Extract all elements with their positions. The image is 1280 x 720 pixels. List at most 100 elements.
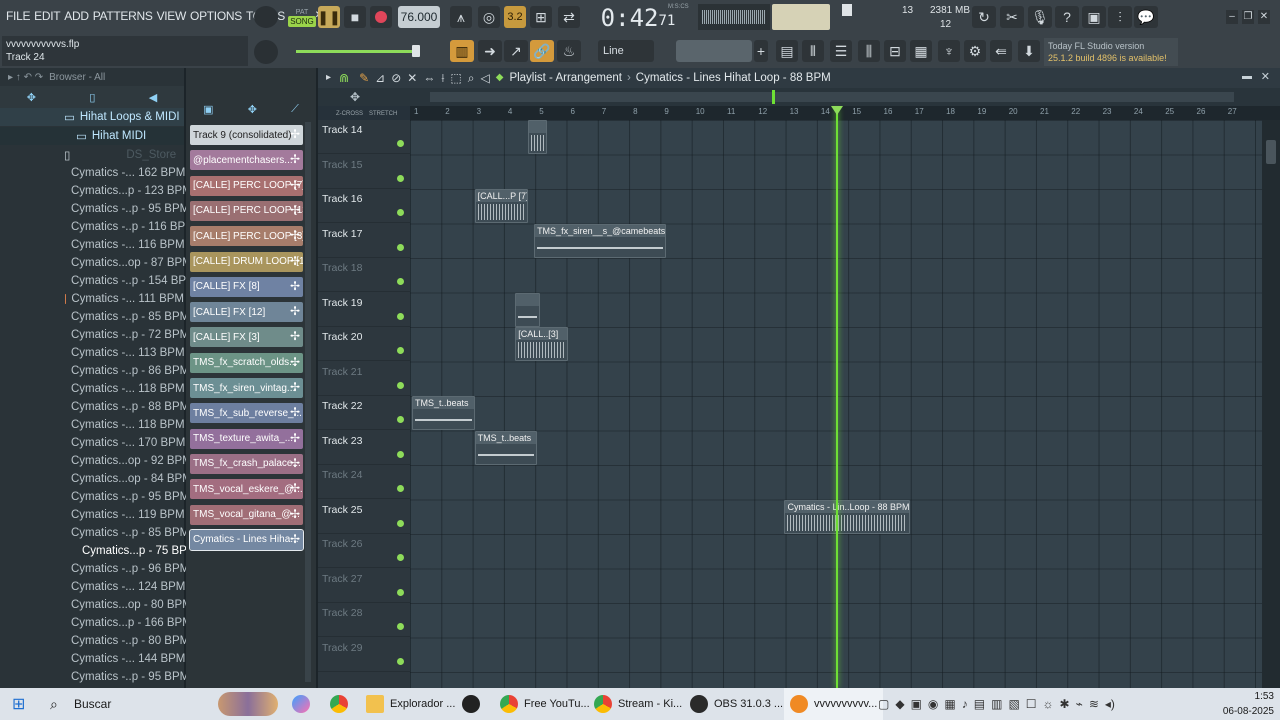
delete-icon[interactable]: ⊘ [391, 71, 401, 85]
taskbar-time[interactable]: 1:53 [1220, 688, 1274, 704]
clip-drag-icon[interactable]: ✢ [290, 380, 300, 394]
copilot-icon[interactable] [292, 688, 316, 720]
browser-arrows-icon[interactable]: ▸ ↑ ↶ ↷ [8, 72, 43, 83]
metronome-button[interactable]: ⩚ [450, 6, 472, 28]
tray-icon[interactable]: ☐ [1026, 697, 1037, 711]
slide-tool-button[interactable]: ↗ [504, 40, 528, 62]
taskbar-search[interactable]: Buscar [74, 688, 111, 720]
menu-view[interactable]: VIEW [155, 9, 188, 23]
master-pitch-knob[interactable] [254, 40, 278, 64]
clip-drag-icon[interactable]: ✢ [290, 456, 300, 470]
taskbar-youtube[interactable]: Free YouTu... [500, 688, 590, 720]
browser-file-item[interactable]: Cymatics -... 111 BPM [0, 290, 184, 308]
playlist-clip[interactable]: TMS_t..beats [474, 430, 538, 465]
track-header[interactable]: Track 19 [318, 293, 410, 327]
track-header[interactable]: Track 24 [318, 465, 410, 499]
clip-drag-icon[interactable]: ✢ [290, 203, 300, 217]
track-mute-led[interactable] [397, 416, 404, 423]
select-icon[interactable]: ⬚ [450, 71, 461, 85]
browser-file-item[interactable]: Cymatics -... 118 BPM [0, 380, 185, 398]
windows-start-icon[interactable]: ⊞ [12, 688, 25, 720]
clip-drag-icon[interactable]: ✢ [290, 127, 300, 141]
clip-source-item[interactable]: [CALLE] DRUM LOOP [1... ✢ [190, 251, 303, 272]
stretch-label[interactable]: STRETCH [369, 111, 397, 117]
tray-icon[interactable]: ♪ [962, 697, 968, 711]
track-header[interactable]: Track 23 [318, 431, 410, 465]
view-script-button[interactable]: ⇚ [990, 40, 1012, 62]
slip-icon[interactable]: ⇔ [423, 71, 435, 85]
clip-source-item[interactable]: TMS_fx_siren_vintag... ✢ [190, 378, 303, 398]
step-edit-button[interactable]: ⊞ [530, 6, 552, 28]
snap-browser-icon[interactable]: ✥ [27, 91, 36, 104]
snap-select[interactable]: Line [598, 40, 654, 62]
scroll-thumb[interactable] [1266, 140, 1276, 164]
browser-file-item[interactable]: Cymatics...op - 84 BPM [0, 470, 192, 488]
link-button[interactable]: 🔗 [530, 40, 554, 62]
taskbar-stream[interactable]: Stream - Ki... [594, 688, 682, 720]
playlist-clip[interactable]: [CALL...P [7] [474, 189, 528, 223]
track-header[interactable]: Track 20 [318, 327, 410, 361]
browser-file-item[interactable]: Cymatics -..p - 95 BPM [0, 488, 189, 506]
tray-icon[interactable]: ▢ [878, 697, 889, 711]
browser-file-item[interactable]: Cymatics -..p - 116 BPM [0, 218, 195, 236]
browser-file-item[interactable]: Cymatics -..p - 95 BPM [0, 668, 189, 686]
move-tool-icon[interactable]: ✥ [350, 90, 360, 104]
clip-source-item[interactable]: @placementchasers... ✢ [190, 150, 303, 171]
tempo-display[interactable]: 76.000 [398, 6, 440, 28]
track-mute-led[interactable] [397, 657, 404, 665]
taskbar-explorer[interactable]: Explorador ... [366, 688, 455, 720]
close-icon[interactable]: ✕ [1258, 10, 1270, 24]
menu-options[interactable]: OPTIONS [188, 9, 244, 23]
piano-icon[interactable]: ▣ [203, 103, 213, 116]
clip-source-item[interactable]: [CALLE] PERC LOOP [3] ✢ [190, 226, 303, 247]
browser-file-item[interactable]: Cymatics -... 119 BPM [0, 506, 185, 524]
clip-scrollbar[interactable] [305, 122, 311, 682]
menu-file[interactable]: FILE [4, 9, 32, 23]
taskbar-fl-studio[interactable]: vvvvvvvvvv... [784, 688, 884, 720]
browser-file-item[interactable]: Cymatics -..p - 85 BPM [0, 308, 189, 326]
view-tools-button[interactable]: ⚙ [964, 40, 986, 62]
horizontal-scrollbar[interactable] [430, 92, 1234, 102]
track-header[interactable]: Track 25 [318, 500, 410, 534]
view-playlist-button[interactable]: ▤ [776, 40, 798, 62]
save-button[interactable]: ▣ [1082, 6, 1106, 28]
zcross-label[interactable]: Z-CROSS [336, 111, 363, 117]
view-touch-button[interactable]: ♆ [938, 40, 960, 62]
move-icon[interactable]: ✥ [248, 103, 257, 116]
track-mute-led[interactable] [397, 243, 404, 251]
magnet-icon[interactable]: ⋒ [339, 71, 349, 85]
browser-file-item[interactable]: Cymatics -... 144 BPM [0, 650, 185, 668]
loop-record-button[interactable]: ⇄ [558, 6, 580, 28]
pencil-icon[interactable]: ✎ [359, 71, 369, 85]
track-header[interactable]: Track 16 [318, 189, 410, 223]
track-mute-led[interactable] [397, 519, 404, 527]
browser-file-item[interactable]: Cymatics...op - 92 BPM [0, 452, 192, 470]
clip-source-item[interactable]: TMS_fx_sub_reverse_... ✢ [190, 403, 303, 424]
clip-drag-icon[interactable]: ✢ [290, 228, 300, 242]
stamp-button[interactable]: ♨ [557, 40, 581, 62]
folder-hihat-loops[interactable]: ▭ Hihat Loops & MIDI [0, 108, 184, 126]
taskbar-obs[interactable]: OBS 31.0.3 ... [690, 688, 783, 720]
track-mute-led[interactable] [397, 347, 404, 354]
tray-icon[interactable]: ⌁ [1076, 697, 1083, 711]
cut-button[interactable]: ✂ [1000, 6, 1024, 28]
track-mute-led[interactable] [397, 623, 404, 630]
clip-drag-icon[interactable]: ✢ [290, 178, 300, 192]
countdown-button[interactable]: 3.2 [504, 6, 526, 28]
track-header[interactable]: Track 17 [318, 224, 410, 258]
track-mute-led[interactable] [397, 485, 404, 492]
clip-drag-icon[interactable]: ✢ [290, 304, 300, 318]
file-tab-icon[interactable]: ▯ [89, 91, 95, 104]
browser-file-item[interactable]: Cymatics -..p - 95 BPM [0, 200, 189, 218]
track-mute-led[interactable] [397, 554, 404, 561]
tray-icon[interactable]: ☼ [1043, 697, 1054, 711]
browser-file-item[interactable]: Cymatics -... 116 BPM [0, 236, 185, 254]
undo-button[interactable]: ↻ [972, 6, 996, 28]
track-mute-led[interactable] [397, 140, 404, 147]
timeline-ruler[interactable]: 1 2 3 4 5 6 7 8 9 10 11 12 13 14 15 16 17 18 19 20 21 22 23 24 2… [410, 106, 1280, 120]
view-channel-rack-button[interactable]: ☰ [830, 40, 852, 62]
playlist-clip[interactable]: TMS_fx_siren__s_@camebeats [534, 223, 666, 258]
wait-input-button[interactable]: ◎ [478, 6, 500, 28]
playlist-button[interactable]: ▥ [450, 40, 474, 62]
clip-source-item[interactable]: Cymatics - Lines Hiha... ✢ [189, 528, 304, 551]
